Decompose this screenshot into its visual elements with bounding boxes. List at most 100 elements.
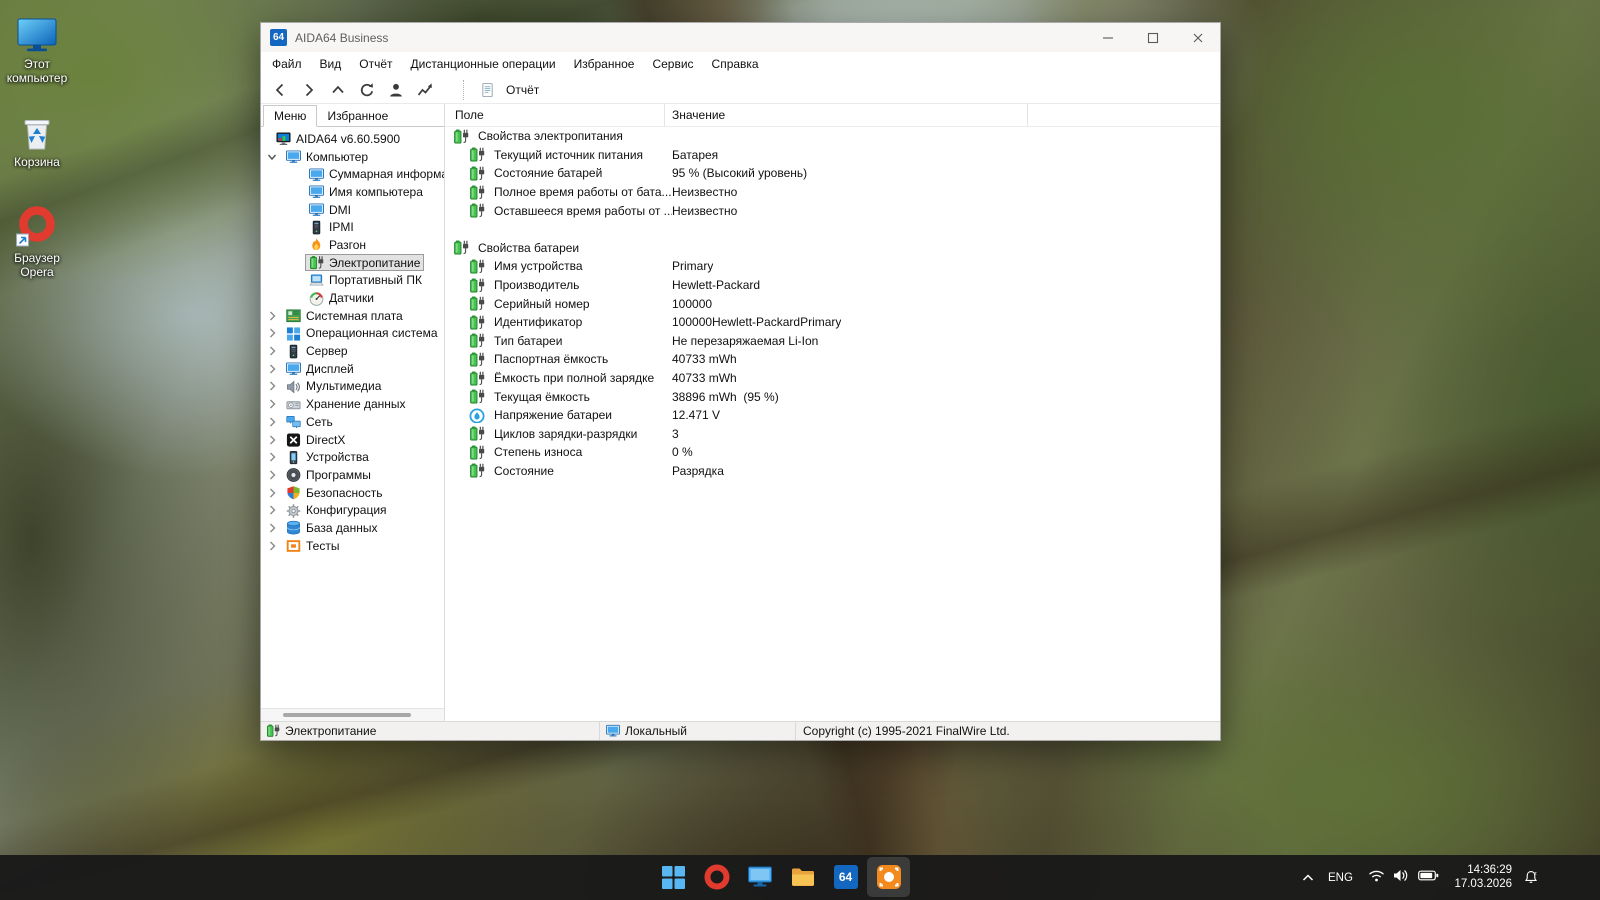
- chevron-right-icon[interactable]: [266, 345, 278, 357]
- chevron-right-icon[interactable]: [266, 310, 278, 322]
- tree-item-12-server[interactable]: Сервер: [261, 342, 444, 360]
- chevron-right-icon[interactable]: [266, 469, 278, 481]
- column-header-field[interactable]: Поле: [445, 104, 665, 126]
- field-row-1-5[interactable]: Паспортная ёмкость40733 mWh: [445, 350, 1220, 369]
- tree-item-11-os[interactable]: Операционная система: [261, 325, 444, 343]
- chevron-down-icon[interactable]: [266, 151, 278, 163]
- field-row-1-3[interactable]: Идентификатор100000Hewlett-PackardPrimar…: [445, 313, 1220, 332]
- titlebar[interactable]: 64 AIDA64 Business: [261, 23, 1220, 52]
- section-row-0[interactable]: Свойства электропитания: [445, 127, 1220, 146]
- tree-item-14-multimedia[interactable]: Мультимедиа: [261, 378, 444, 396]
- tree-item-6-overclock[interactable]: Разгон: [261, 236, 444, 254]
- report-button[interactable]: Отчёт: [472, 80, 547, 99]
- field-row-1-0[interactable]: Имя устройстваPrimary: [445, 257, 1220, 276]
- chevron-right-icon[interactable]: [266, 416, 278, 428]
- notification-bell-button[interactable]: z: [1518, 870, 1544, 885]
- hscrollbar-thumb[interactable]: [283, 713, 411, 717]
- refresh-button[interactable]: [352, 78, 381, 102]
- menu-item-2[interactable]: Отчёт: [350, 54, 401, 74]
- tree-item-label: Устройства: [306, 450, 369, 464]
- taskbar-start-button[interactable]: [652, 857, 695, 897]
- tree-item-17-directx[interactable]: DirectX: [261, 431, 444, 449]
- value-cell: Неизвестно: [672, 204, 737, 218]
- field-row-1-2[interactable]: Серийный номер100000: [445, 294, 1220, 313]
- tree-item-box: Сеть: [282, 413, 337, 430]
- menu-item-0[interactable]: Файл: [263, 54, 311, 74]
- tree-item-2-summary[interactable]: Суммарная информа: [261, 165, 444, 183]
- field-row-1-9[interactable]: Циклов зарядки-разрядки3: [445, 425, 1220, 444]
- chevron-right-icon[interactable]: [266, 522, 278, 534]
- tree-item-1-computer[interactable]: Компьютер: [261, 148, 444, 166]
- tree-item-9-sensors[interactable]: Датчики: [261, 289, 444, 307]
- close-button[interactable]: [1175, 23, 1220, 52]
- tree-item-19-programs[interactable]: Программы: [261, 466, 444, 484]
- taskbar-capture-button[interactable]: [867, 857, 910, 897]
- column-header-value[interactable]: Значение: [665, 104, 1028, 126]
- chevron-right-icon[interactable]: [266, 434, 278, 446]
- tray-status-icons[interactable]: [1359, 869, 1448, 887]
- section-row-1[interactable]: Свойства батареи: [445, 239, 1220, 258]
- field-row-1-1[interactable]: ПроизводительHewlett-Packard: [445, 276, 1220, 295]
- graph-button[interactable]: [410, 78, 439, 102]
- desktop-icon-opera[interactable]: Браузер Opera: [0, 206, 76, 279]
- tree-item-22-database[interactable]: База данных: [261, 519, 444, 537]
- clock[interactable]: 14:36:29 17.03.2026: [1448, 864, 1518, 891]
- tree-item-8-laptop[interactable]: Портативный ПК: [261, 272, 444, 290]
- field-row-1-6[interactable]: Ёмкость при полной зарядке40733 mWh: [445, 369, 1220, 388]
- tree-item-0-aida[interactable]: AIDA64 v6.60.5900: [261, 130, 444, 148]
- chevron-right-icon[interactable]: [266, 451, 278, 463]
- tree-item-21-config[interactable]: Конфигурация: [261, 501, 444, 519]
- power-icon: [469, 463, 487, 478]
- field-row-0-2[interactable]: Полное время работы от бата...Неизвестно: [445, 183, 1220, 202]
- show-hidden-icons-button[interactable]: [1295, 872, 1321, 884]
- tree-item-20-security[interactable]: Безопасность: [261, 484, 444, 502]
- chevron-right-icon[interactable]: [266, 327, 278, 339]
- chevron-right-icon[interactable]: [266, 487, 278, 499]
- forward-button[interactable]: [294, 78, 323, 102]
- tab-favorites[interactable]: Избранное: [317, 106, 398, 126]
- maximize-button[interactable]: [1130, 23, 1175, 52]
- tree-item-3-computer-name[interactable]: Имя компьютера: [261, 183, 444, 201]
- chevron-right-icon[interactable]: [266, 363, 278, 375]
- tab-menu[interactable]: Меню: [263, 105, 317, 127]
- desktop-icon-this-pc[interactable]: Этот компьютер: [0, 12, 76, 85]
- field-row-0-1[interactable]: Состояние батарей95 % (Высокий уровень): [445, 164, 1220, 183]
- minimize-button[interactable]: [1085, 23, 1130, 52]
- field-row-1-8[interactable]: Напряжение батареи12.471 V: [445, 406, 1220, 425]
- tree-item-4-dmi[interactable]: DMI: [261, 201, 444, 219]
- tree-item-13-display[interactable]: Дисплей: [261, 360, 444, 378]
- dmi-icon: [309, 202, 324, 217]
- up-button[interactable]: [323, 78, 352, 102]
- tree-item-23-tests[interactable]: Тесты: [261, 537, 444, 555]
- tree-item-5-ipmi[interactable]: IPMI: [261, 218, 444, 236]
- field-row-1-11[interactable]: СостояниеРазрядка: [445, 462, 1220, 481]
- chevron-right-icon[interactable]: [266, 504, 278, 516]
- desktop-icon-recycle-bin[interactable]: Корзина: [0, 110, 76, 169]
- field-row-0-0[interactable]: Текущий источник питанияБатарея: [445, 146, 1220, 165]
- menu-item-1[interactable]: Вид: [311, 54, 351, 74]
- taskbar-aida64-button[interactable]: 64: [824, 857, 867, 897]
- menu-item-4[interactable]: Избранное: [565, 54, 644, 74]
- field-row-1-10[interactable]: Степень износа0 %: [445, 443, 1220, 462]
- back-button[interactable]: [265, 78, 294, 102]
- user-button[interactable]: [381, 78, 410, 102]
- menu-item-5[interactable]: Сервис: [643, 54, 702, 74]
- chevron-right-icon[interactable]: [266, 540, 278, 552]
- tree-item-16-network[interactable]: Сеть: [261, 413, 444, 431]
- field-row-1-7[interactable]: Текущая ёмкость38896 mWh (95 %): [445, 387, 1220, 406]
- tree-item-10-motherboard[interactable]: Системная плата: [261, 307, 444, 325]
- menu-item-3[interactable]: Дистанционные операции: [402, 54, 565, 74]
- language-indicator[interactable]: ENG: [1321, 872, 1359, 884]
- tree-item-15-storage[interactable]: Хранение данных: [261, 395, 444, 413]
- chevron-right-icon[interactable]: [266, 380, 278, 392]
- tree-item-18-devices[interactable]: Устройства: [261, 448, 444, 466]
- taskbar-explorer-button[interactable]: [781, 857, 824, 897]
- taskbar-opera-button[interactable]: [695, 857, 738, 897]
- tree-item-7-power[interactable]: Электропитание: [261, 254, 444, 272]
- menu-item-6[interactable]: Справка: [703, 54, 768, 74]
- chevron-right-icon[interactable]: [266, 398, 278, 410]
- field-row-1-4[interactable]: Тип батареиНе перезаряжаемая Li-Ion: [445, 332, 1220, 351]
- sidebar-hscrollbar[interactable]: [261, 708, 444, 721]
- taskbar-display-button[interactable]: [738, 857, 781, 897]
- field-row-0-3[interactable]: Оставшееся время работы от ...Неизвестно: [445, 201, 1220, 220]
